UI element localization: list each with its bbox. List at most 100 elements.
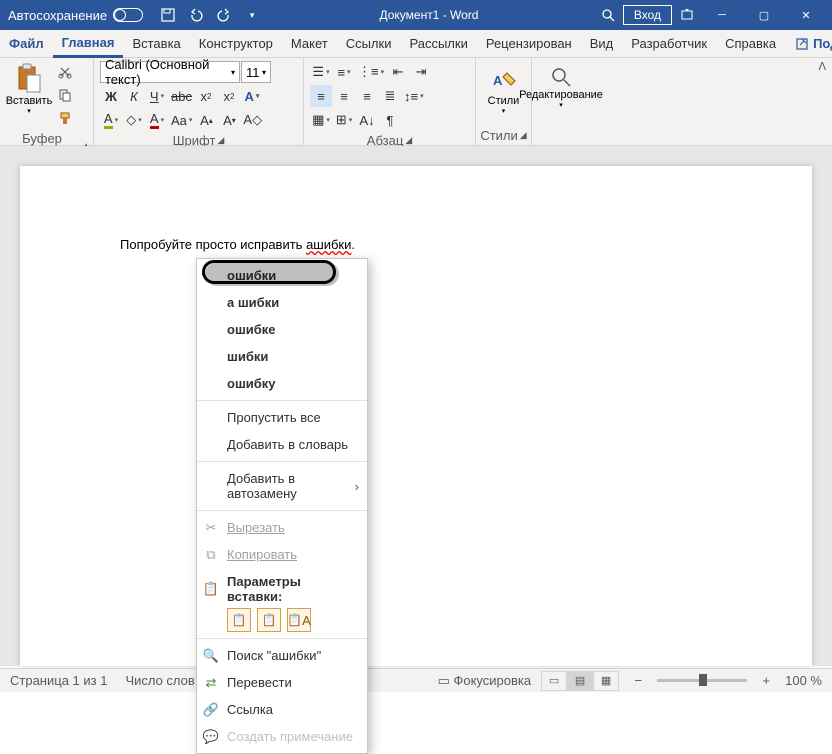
multilevel-button[interactable]: ⋮≡ [356, 61, 386, 83]
spelling-error[interactable]: ашибки [306, 237, 351, 252]
font-color-button[interactable]: A [146, 109, 168, 131]
ignore-all[interactable]: Пропустить все [197, 404, 367, 431]
suggestion-3[interactable]: ошибке [197, 316, 367, 343]
borders-button[interactable]: ⊞ [333, 109, 355, 131]
align-right-button[interactable]: ≡ [356, 85, 378, 107]
view-buttons: ▭ ▤ ▦ [541, 671, 619, 691]
justify-button[interactable]: ≣ [379, 85, 401, 107]
suggestion-2[interactable]: а шибки [197, 289, 367, 316]
minimize-button[interactable]: ─ [702, 0, 742, 30]
status-bar: Страница 1 из 1 Число слов: 4 ▭ Фокусиро… [0, 668, 832, 692]
link-item[interactable]: 🔗Ссылка [197, 696, 367, 723]
underline-button[interactable]: Ч [146, 85, 168, 107]
change-case-button[interactable]: Aa [169, 109, 194, 131]
grow-font-button[interactable]: A▴ [195, 109, 217, 131]
increase-indent-button[interactable]: ⇥ [410, 61, 432, 83]
save-button[interactable] [155, 2, 181, 28]
title-bar: Автосохранение ▾ Документ1 - Word Вход ─… [0, 0, 832, 30]
suggestion-5[interactable]: ошибку [197, 370, 367, 397]
line-spacing-button[interactable]: ↕≡ [402, 85, 426, 107]
cut-button[interactable] [54, 61, 76, 83]
new-comment-item[interactable]: 💬Создать примечание [197, 723, 367, 750]
page-indicator[interactable]: Страница 1 из 1 [10, 673, 107, 688]
tab-home[interactable]: Главная [53, 30, 124, 58]
bullets-button[interactable]: ☰ [310, 61, 332, 83]
redo-button[interactable] [211, 2, 237, 28]
share-button[interactable]: Поделиться [785, 36, 832, 51]
font-size-select[interactable]: 11▾ [241, 61, 271, 83]
tab-insert[interactable]: Вставка [123, 30, 189, 58]
suggestion-4[interactable]: шибки [197, 343, 367, 370]
maximize-button[interactable]: ▢ [744, 0, 784, 30]
read-mode-button[interactable]: ▭ [541, 671, 567, 691]
qat-dropdown[interactable]: ▾ [239, 2, 265, 28]
paragraph-launcher[interactable]: ◢ [405, 135, 412, 146]
add-to-dictionary[interactable]: Добавить в словарь [197, 431, 367, 458]
copy-button[interactable] [54, 84, 76, 106]
add-to-autocorrect[interactable]: Добавить в автозамену [197, 465, 367, 507]
highlight-button[interactable]: A [100, 109, 122, 131]
zoom-slider[interactable] [657, 679, 747, 682]
print-layout-button[interactable]: ▤ [567, 671, 593, 691]
fill-button[interactable]: ▦ [310, 109, 332, 131]
window-title: Документ1 - Word [269, 8, 589, 22]
italic-button[interactable]: К [123, 85, 145, 107]
web-layout-button[interactable]: ▦ [593, 671, 619, 691]
superscript-button[interactable]: x2 [218, 85, 240, 107]
paste-options: 📋 📋 📋A [197, 608, 367, 632]
zoom-out-button[interactable]: − [629, 672, 647, 690]
zoom-in-button[interactable]: + [757, 672, 775, 690]
tab-file[interactable]: Файл [0, 30, 53, 58]
format-painter-button[interactable] [54, 107, 76, 129]
text-effects-button[interactable]: A [241, 85, 263, 107]
decrease-indent-button[interactable]: ⇤ [387, 61, 409, 83]
cut-item: ✂Вырезать [197, 514, 367, 541]
ribbon: Вставить ▾ Буфер обмена ◢ Calibri (Основ… [0, 58, 832, 146]
tab-references[interactable]: Ссылки [337, 30, 401, 58]
tab-design[interactable]: Конструктор [190, 30, 282, 58]
align-left-button[interactable]: ≡ [310, 85, 332, 107]
font-launcher[interactable]: ◢ [217, 135, 224, 146]
tab-help[interactable]: Справка [716, 30, 785, 58]
tab-mailings[interactable]: Рассылки [400, 30, 476, 58]
tab-layout[interactable]: Макет [282, 30, 337, 58]
paste-text-only[interactable]: 📋A [287, 608, 311, 632]
paste-button[interactable]: Вставить ▾ [6, 61, 52, 115]
document-area: Попробуйте просто исправить ашибки. [0, 146, 832, 666]
focus-mode-button[interactable]: ▭ Фокусировка [438, 673, 532, 689]
paste-merge[interactable]: 📋 [257, 608, 281, 632]
slider-thumb[interactable] [699, 674, 707, 686]
subscript-button[interactable]: x2 [195, 85, 217, 107]
font-name-select[interactable]: Calibri (Основной текст)▾ [100, 61, 240, 83]
editing-label: Редактирование [519, 89, 603, 101]
login-button[interactable]: Вход [623, 5, 672, 25]
bold-button[interactable]: Ж [100, 85, 122, 107]
strike-button[interactable]: abc [169, 85, 194, 107]
collapse-ribbon-button[interactable]: ᐱ [818, 60, 826, 73]
link-icon: 🔗 [203, 702, 219, 718]
clear-format-button[interactable]: A◇ [241, 109, 264, 131]
zoom-label[interactable]: 100 % [785, 673, 822, 688]
search-button[interactable] [595, 2, 621, 28]
shading-button[interactable]: ◇ [123, 109, 145, 131]
tab-view[interactable]: Вид [581, 30, 623, 58]
undo-button[interactable] [183, 2, 209, 28]
ribbon-options-button[interactable] [674, 2, 700, 28]
autosave-toggle[interactable]: Автосохранение [0, 8, 151, 23]
editing-button[interactable]: Редактирование ▾ [538, 61, 584, 109]
styles-button[interactable]: A Стили ▾ [482, 61, 525, 115]
sort-button[interactable]: A↓ [356, 109, 378, 131]
shrink-font-button[interactable]: A▾ [218, 109, 240, 131]
tab-developer[interactable]: Разработчик [622, 30, 716, 58]
paste-options-label: 📋Параметры вставки: [197, 568, 367, 610]
suggestion-1[interactable]: ошибки [197, 262, 367, 289]
show-marks-button[interactable]: ¶ [379, 109, 401, 131]
numbering-button[interactable]: ≡ [333, 61, 355, 83]
align-center-button[interactable]: ≡ [333, 85, 355, 107]
tab-review[interactable]: Рецензирован [477, 30, 581, 58]
close-button[interactable]: ✕ [786, 0, 826, 30]
page[interactable]: Попробуйте просто исправить ашибки. [20, 166, 812, 666]
paste-keep-format[interactable]: 📋 [227, 608, 251, 632]
styles-launcher[interactable]: ◢ [520, 130, 527, 141]
search-item[interactable]: 🔍Поиск "ашибки" [197, 642, 367, 669]
